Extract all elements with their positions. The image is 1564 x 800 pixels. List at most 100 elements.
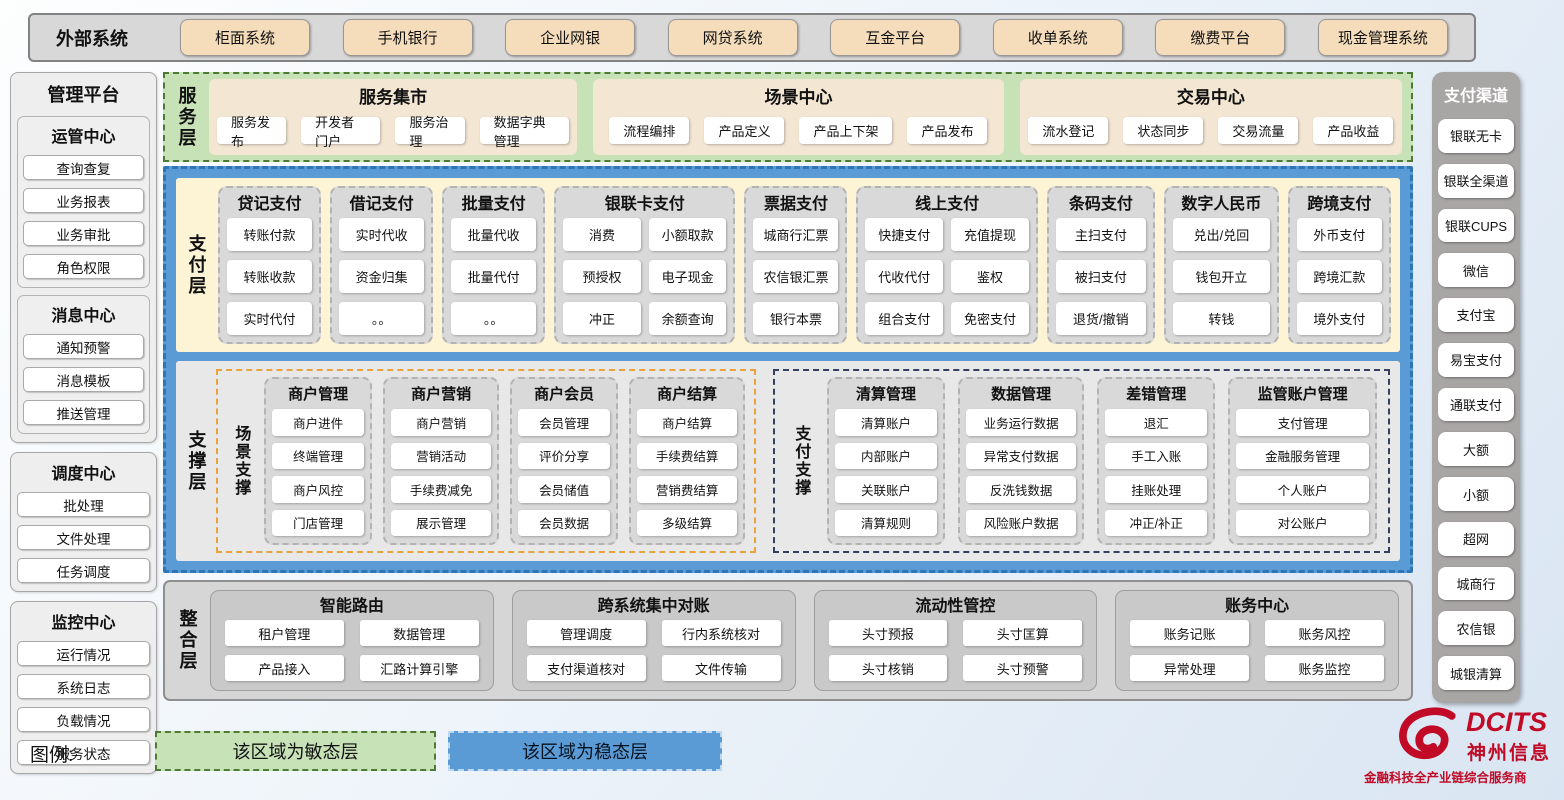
service-item-button[interactable]: 产品收益 [1313, 117, 1393, 144]
payment-item-button[interactable]: 银行本票 [753, 302, 838, 335]
support-item-button[interactable]: 冲正/补正 [1105, 510, 1207, 537]
support-item-button[interactable]: 清算规则 [835, 510, 937, 537]
payment-item-button[interactable]: 实时代收 [339, 218, 424, 251]
payment-channel-button[interactable]: 大额 [1438, 432, 1514, 466]
support-item-button[interactable]: 退汇 [1105, 409, 1207, 436]
support-item-button[interactable]: 风险账户数据 [966, 510, 1076, 537]
integration-item-button[interactable]: 头寸预警 [963, 655, 1082, 681]
payment-item-button[interactable]: 退货/撤销 [1056, 302, 1146, 335]
support-item-button[interactable]: 对公账户 [1236, 510, 1369, 537]
payment-item-button[interactable]: 组合支付 [865, 302, 943, 335]
management-item-button[interactable]: 消息模板 [23, 367, 144, 392]
management-item-button[interactable]: 推送管理 [23, 400, 144, 425]
payment-item-button[interactable]: 转账付款 [227, 218, 312, 251]
service-item-button[interactable]: 产品发布 [907, 117, 987, 144]
management-item-button[interactable]: 负载情况 [17, 707, 150, 732]
external-system-button[interactable]: 手机银行 [343, 19, 473, 56]
integration-item-button[interactable]: 账务记账 [1130, 620, 1249, 646]
support-item-button[interactable]: 反洗钱数据 [966, 476, 1076, 503]
payment-item-button[interactable]: 。。 [451, 302, 536, 335]
integration-item-button[interactable]: 头寸匡算 [963, 620, 1082, 646]
payment-channel-button[interactable]: 银联全渠道 [1438, 164, 1514, 198]
payment-item-button[interactable]: 免密支付 [951, 302, 1029, 335]
support-item-button[interactable]: 商户营销 [391, 409, 491, 436]
integration-item-button[interactable]: 行内系统核对 [662, 620, 781, 646]
management-item-button[interactable]: 通知预警 [23, 334, 144, 359]
payment-channel-button[interactable]: 小额 [1438, 477, 1514, 511]
payment-item-button[interactable]: 快捷支付 [865, 218, 943, 251]
payment-item-button[interactable]: 转钱 [1173, 302, 1270, 335]
service-item-button[interactable]: 产品定义 [704, 117, 784, 144]
payment-item-button[interactable]: 电子现金 [649, 260, 727, 293]
management-item-button[interactable]: 批处理 [17, 492, 150, 517]
support-item-button[interactable]: 商户风控 [272, 476, 364, 503]
external-system-button[interactable]: 柜面系统 [180, 19, 310, 56]
payment-channel-button[interactable]: 农信银 [1438, 611, 1514, 645]
payment-channel-button[interactable]: 支付宝 [1438, 298, 1514, 332]
service-item-button[interactable]: 流程编排 [609, 117, 689, 144]
management-item-button[interactable]: 业务报表 [23, 188, 144, 213]
external-system-button[interactable]: 缴费平台 [1155, 19, 1285, 56]
integration-item-button[interactable]: 异常处理 [1130, 655, 1249, 681]
integration-item-button[interactable]: 数据管理 [360, 620, 479, 646]
payment-item-button[interactable]: 农信银汇票 [753, 260, 838, 293]
support-item-button[interactable]: 商户进件 [272, 409, 364, 436]
integration-item-button[interactable]: 管理调度 [527, 620, 646, 646]
support-item-button[interactable]: 业务运行数据 [966, 409, 1076, 436]
payment-channel-button[interactable]: 微信 [1438, 253, 1514, 287]
service-item-button[interactable]: 交易流量 [1218, 117, 1298, 144]
external-system-button[interactable]: 网贷系统 [668, 19, 798, 56]
management-item-button[interactable]: 角色权限 [23, 254, 144, 279]
service-item-button[interactable]: 数据字典管理 [480, 117, 570, 144]
support-item-button[interactable]: 金融服务管理 [1236, 443, 1369, 470]
integration-item-button[interactable]: 头寸核销 [829, 655, 948, 681]
support-item-button[interactable]: 清算账户 [835, 409, 937, 436]
payment-item-button[interactable]: 鉴权 [951, 260, 1029, 293]
support-item-button[interactable]: 展示管理 [391, 510, 491, 537]
integration-item-button[interactable]: 头寸预报 [829, 620, 948, 646]
support-item-button[interactable]: 终端管理 [272, 443, 364, 470]
integration-item-button[interactable]: 文件传输 [662, 655, 781, 681]
management-item-button[interactable]: 任务调度 [17, 558, 150, 583]
payment-item-button[interactable]: 小额取款 [649, 218, 727, 251]
payment-channel-button[interactable]: 城银清算 [1438, 656, 1514, 690]
payment-channel-button[interactable]: 超网 [1438, 522, 1514, 556]
support-item-button[interactable]: 挂账处理 [1105, 476, 1207, 503]
integration-item-button[interactable]: 账务风控 [1265, 620, 1384, 646]
external-system-button[interactable]: 现金管理系统 [1318, 19, 1448, 56]
payment-item-button[interactable]: 城商行汇票 [753, 218, 838, 251]
support-item-button[interactable]: 手续费减免 [391, 476, 491, 503]
payment-item-button[interactable]: 代收代付 [865, 260, 943, 293]
payment-item-button[interactable]: 批量代收 [451, 218, 536, 251]
payment-item-button[interactable]: 外币支付 [1297, 218, 1382, 251]
integration-item-button[interactable]: 汇路计算引擎 [360, 655, 479, 681]
service-item-button[interactable]: 流水登记 [1028, 117, 1108, 144]
payment-channel-button[interactable]: 易宝支付 [1438, 343, 1514, 377]
support-item-button[interactable]: 手工入账 [1105, 443, 1207, 470]
external-system-button[interactable]: 收单系统 [993, 19, 1123, 56]
payment-item-button[interactable]: 冲正 [563, 302, 641, 335]
external-system-button[interactable]: 企业网银 [505, 19, 635, 56]
payment-item-button[interactable]: 批量代付 [451, 260, 536, 293]
integration-item-button[interactable]: 产品接入 [225, 655, 344, 681]
support-item-button[interactable]: 关联账户 [835, 476, 937, 503]
payment-item-button[interactable]: 预授权 [563, 260, 641, 293]
payment-item-button[interactable]: 钱包开立 [1173, 260, 1270, 293]
support-item-button[interactable]: 会员储值 [518, 476, 610, 503]
support-item-button[interactable]: 营销费结算 [637, 476, 737, 503]
support-item-button[interactable]: 门店管理 [272, 510, 364, 537]
support-item-button[interactable]: 评价分享 [518, 443, 610, 470]
payment-item-button[interactable]: 被扫支付 [1056, 260, 1146, 293]
payment-item-button[interactable]: 兑出/兑回 [1173, 218, 1270, 251]
payment-item-button[interactable]: 资金归集 [339, 260, 424, 293]
payment-item-button[interactable]: 消费 [563, 218, 641, 251]
support-item-button[interactable]: 内部账户 [835, 443, 937, 470]
external-system-button[interactable]: 互金平台 [830, 19, 960, 56]
payment-item-button[interactable]: 转账收款 [227, 260, 312, 293]
service-item-button[interactable]: 状态同步 [1123, 117, 1203, 144]
integration-item-button[interactable]: 支付渠道核对 [527, 655, 646, 681]
support-item-button[interactable]: 会员管理 [518, 409, 610, 436]
payment-item-button[interactable]: 境外支付 [1297, 302, 1382, 335]
support-item-button[interactable]: 异常支付数据 [966, 443, 1076, 470]
payment-item-button[interactable]: 。。 [339, 302, 424, 335]
